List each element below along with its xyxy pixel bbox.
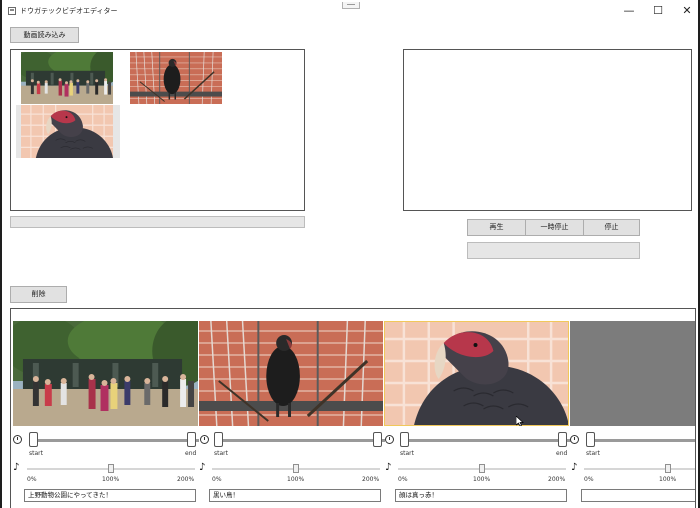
- play-button[interactable]: 再生: [467, 219, 526, 236]
- volume-tick-min: 0%: [27, 476, 37, 483]
- music-note-icon: ♪: [571, 462, 578, 473]
- thumbnail-image: [21, 52, 113, 104]
- volume-tick-min: 0%: [398, 476, 408, 483]
- clip-caption-input[interactable]: 黒い鳥！: [209, 489, 381, 502]
- volume-tick-min: 0%: [584, 476, 594, 483]
- trim-start-label: start: [214, 450, 228, 457]
- stopwatch-icon: [200, 435, 209, 444]
- volume-slider-thumb[interactable]: [293, 464, 299, 473]
- load-progress-bar: [10, 216, 305, 228]
- volume-tick-min: 0%: [212, 476, 222, 483]
- close-button[interactable]: ✕: [672, 0, 698, 22]
- volume-tick-mid: 100%: [287, 476, 305, 483]
- music-note-icon: ♪: [13, 462, 20, 473]
- video-library: [10, 49, 305, 211]
- title-bar[interactable]: ドウガテックビデオエディター — ☐ ✕: [2, 0, 698, 22]
- app-window: ドウガテックビデオエディター — ☐ ✕ 動画読み込み 再生 一時停止 停止 削…: [2, 0, 698, 508]
- music-note-icon: ♪: [385, 462, 392, 473]
- trim-end-label: end: [556, 450, 568, 457]
- volume-slider-thumb[interactable]: [665, 464, 671, 473]
- trim-end-handle[interactable]: [373, 432, 382, 447]
- trim-track[interactable]: [31, 439, 199, 442]
- window-title: ドウガテックビデオエディター: [20, 7, 118, 15]
- load-video-button[interactable]: 動画読み込み: [10, 27, 79, 43]
- stopwatch-icon: [385, 435, 394, 444]
- trim-start-handle[interactable]: [400, 432, 409, 447]
- timeline-clip-empty[interactable]: [570, 321, 695, 426]
- stop-button[interactable]: 停止: [583, 219, 640, 236]
- volume-tick-max: 200%: [177, 476, 195, 483]
- drag-grip-icon[interactable]: [342, 2, 360, 9]
- volume-slider-thumb[interactable]: [479, 464, 485, 473]
- volume-tick-mid: 100%: [659, 476, 677, 483]
- timeline-clip[interactable]: [13, 321, 198, 426]
- trim-track[interactable]: [217, 439, 385, 442]
- pause-button[interactable]: 一時停止: [525, 219, 584, 236]
- trim-start-handle[interactable]: [586, 432, 595, 447]
- clip-image: [384, 321, 569, 426]
- clip-image: [13, 321, 198, 426]
- timeline-clip-selected[interactable]: [384, 321, 569, 426]
- maximize-button[interactable]: ☐: [643, 0, 673, 22]
- minimize-button[interactable]: —: [614, 0, 644, 22]
- volume-slider-thumb[interactable]: [108, 464, 114, 473]
- clip-caption-input[interactable]: 顔は真っ赤！: [395, 489, 567, 502]
- trim-start-label: start: [586, 450, 600, 457]
- playback-progress-bar: [467, 242, 640, 259]
- volume-track[interactable]: [584, 468, 695, 470]
- clip-caption-input[interactable]: [581, 489, 695, 502]
- trim-end-label: end: [185, 450, 197, 457]
- stopwatch-icon: [13, 435, 22, 444]
- app-icon: [8, 7, 16, 15]
- trim-end-handle[interactable]: [187, 432, 196, 447]
- trim-start-handle[interactable]: [214, 432, 223, 447]
- trim-start-handle[interactable]: [29, 432, 38, 447]
- music-note-icon: ♪: [199, 462, 206, 473]
- clip-caption-input[interactable]: 上野動物公園にやってきた！: [24, 489, 196, 502]
- volume-tick-mid: 100%: [102, 476, 120, 483]
- stopwatch-icon: [570, 435, 579, 444]
- volume-tick-max: 200%: [362, 476, 380, 483]
- library-thumbnail[interactable]: [130, 52, 222, 104]
- library-thumbnail-selected[interactable]: [16, 105, 120, 158]
- timeline-panel: start end ♪ 0% 100% 200% 上野動物公園にやってきた！ s…: [10, 308, 696, 508]
- volume-tick-mid: 100%: [473, 476, 491, 483]
- preview-player: [403, 49, 692, 211]
- trim-end-handle[interactable]: [558, 432, 567, 447]
- thumbnail-image: [21, 105, 113, 158]
- clip-image: [199, 321, 383, 426]
- mouse-cursor-icon: [516, 416, 524, 426]
- trim-track[interactable]: [403, 439, 571, 442]
- library-thumbnail[interactable]: [21, 52, 113, 104]
- trim-start-label: start: [29, 450, 43, 457]
- delete-button[interactable]: 削除: [10, 286, 67, 303]
- trim-start-label: start: [400, 450, 414, 457]
- timeline-clip[interactable]: [199, 321, 383, 426]
- thumbnail-image: [130, 52, 222, 104]
- trim-track[interactable]: [589, 439, 695, 442]
- volume-tick-max: 200%: [548, 476, 566, 483]
